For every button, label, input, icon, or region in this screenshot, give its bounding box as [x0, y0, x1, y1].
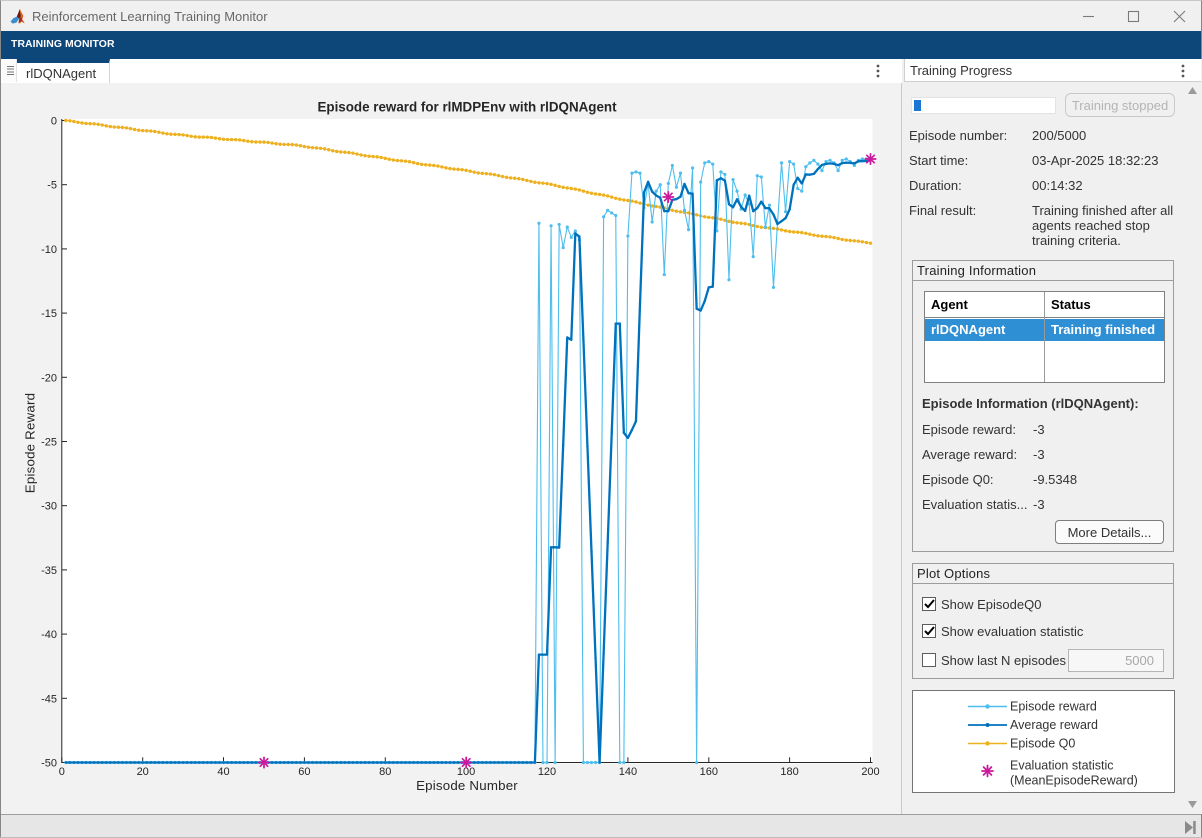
svg-text:180: 180 — [780, 766, 798, 778]
svg-text:Episode reward: Episode reward — [1010, 700, 1097, 714]
svg-text:140: 140 — [619, 766, 637, 778]
svg-text:160: 160 — [700, 766, 718, 778]
svg-text:Average reward: Average reward — [1010, 718, 1098, 732]
svg-text:Episode Reward: Episode Reward — [23, 393, 38, 493]
svg-text:-10: -10 — [41, 244, 57, 256]
svg-text:80: 80 — [379, 766, 391, 778]
svg-text:120: 120 — [538, 766, 556, 778]
svg-text:-50: -50 — [41, 758, 57, 770]
svg-text:-15: -15 — [41, 308, 57, 320]
svg-text:20: 20 — [137, 766, 149, 778]
svg-text:200: 200 — [861, 766, 879, 778]
svg-text:-25: -25 — [41, 437, 57, 449]
svg-text:Episode reward for rlMDPEnv wi: Episode reward for rlMDPEnv with rlDQNAg… — [317, 100, 617, 115]
svg-text:-40: -40 — [41, 629, 57, 641]
svg-text:0: 0 — [51, 116, 57, 128]
svg-text:-5: -5 — [47, 180, 57, 192]
svg-text:-30: -30 — [41, 501, 57, 513]
svg-text:-45: -45 — [41, 693, 57, 705]
svg-text:0: 0 — [59, 766, 65, 778]
svg-text:(MeanEpisodeReward): (MeanEpisodeReward) — [1010, 774, 1138, 788]
svg-text:Episode Q0: Episode Q0 — [1010, 737, 1075, 751]
svg-text:Episode Number: Episode Number — [416, 778, 518, 793]
svg-text:Evaluation statistic: Evaluation statistic — [1010, 759, 1114, 773]
svg-text:60: 60 — [298, 766, 310, 778]
svg-text:40: 40 — [217, 766, 229, 778]
svg-text:-20: -20 — [41, 372, 57, 384]
svg-text:-35: -35 — [41, 565, 57, 577]
